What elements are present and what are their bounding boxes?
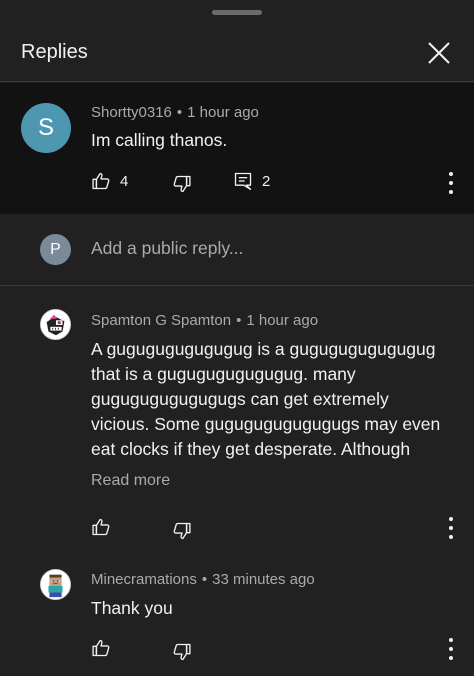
comment-icon bbox=[234, 172, 252, 190]
more-icon-dot bbox=[449, 535, 453, 539]
thumbs-down-icon bbox=[173, 643, 191, 661]
like-button[interactable] bbox=[91, 517, 111, 537]
like-button[interactable]: 4 bbox=[91, 171, 128, 191]
spamton-avatar-icon bbox=[41, 310, 70, 339]
dislike-button[interactable] bbox=[172, 174, 192, 194]
more-options-button[interactable] bbox=[445, 517, 457, 539]
reply-count: 2 bbox=[262, 172, 271, 190]
dislike-button[interactable] bbox=[172, 521, 192, 541]
thumbs-down-icon bbox=[173, 175, 191, 193]
comment-meta: Spamton G Spamton • 1 hour ago bbox=[91, 312, 318, 329]
add-reply-section: P Add a public reply... bbox=[0, 214, 474, 286]
dislike-button[interactable] bbox=[172, 642, 192, 662]
comment-time[interactable]: 1 hour ago bbox=[246, 312, 318, 329]
more-icon-dot bbox=[449, 638, 453, 642]
avatar-letter: P bbox=[50, 240, 61, 258]
comment-text-line: A gugugugugugugug is a gugugugugugugug bbox=[91, 339, 436, 359]
more-icon-dot bbox=[449, 517, 453, 521]
comment-meta: Shortty0316 • 1 hour ago bbox=[91, 104, 259, 121]
thumbs-up-icon bbox=[92, 518, 110, 536]
comment-text: Thank you bbox=[91, 598, 173, 618]
more-icon-dot bbox=[449, 190, 453, 194]
more-icon-dot bbox=[449, 181, 453, 185]
meta-separator: • bbox=[176, 104, 183, 121]
comment-meta: Minecramations • 33 minutes ago bbox=[91, 571, 315, 588]
comment-author[interactable]: Spamton G Spamton bbox=[91, 312, 231, 329]
read-more-link[interactable]: Read more bbox=[91, 472, 170, 490]
more-icon-dot bbox=[449, 647, 453, 651]
comment-author[interactable]: Minecramations bbox=[91, 571, 197, 588]
replies-button[interactable]: 2 bbox=[233, 171, 270, 191]
minecraft-avatar-icon bbox=[41, 570, 70, 599]
thumbs-down-icon bbox=[173, 522, 191, 540]
thumbs-up-icon bbox=[92, 172, 110, 190]
more-icon-dot bbox=[449, 526, 453, 530]
avatar-letter: S bbox=[37, 114, 54, 141]
comment-text: Im calling thanos. bbox=[91, 130, 228, 150]
meta-separator: • bbox=[201, 571, 208, 588]
meta-separator: • bbox=[236, 312, 242, 329]
more-options-button[interactable] bbox=[445, 638, 457, 660]
like-button[interactable] bbox=[91, 638, 111, 658]
comment-author[interactable]: Shortty0316 bbox=[91, 104, 172, 121]
more-options-button[interactable] bbox=[445, 172, 457, 194]
close-icon bbox=[428, 42, 450, 64]
comment-text: A gugugugugugugug is a gugugugugugugug t… bbox=[91, 337, 440, 462]
thumbs-up-icon bbox=[92, 639, 110, 657]
like-count: 4 bbox=[120, 172, 129, 190]
comment-time[interactable]: 33 minutes ago bbox=[212, 571, 315, 588]
reply-input[interactable]: Add a public reply... bbox=[91, 238, 451, 259]
avatar[interactable] bbox=[40, 309, 71, 340]
avatar[interactable] bbox=[40, 569, 71, 600]
comment-text-line: that is a gugugugugugugug. many bbox=[91, 364, 356, 384]
user-avatar: P bbox=[40, 234, 71, 265]
more-icon-dot bbox=[449, 172, 453, 176]
more-icon-dot bbox=[449, 656, 453, 660]
comment-text-line: eat clocks if they get desperate. Althou… bbox=[91, 439, 411, 459]
close-button[interactable] bbox=[424, 38, 454, 68]
comment-text-line: vicious. Some gugugugugugugugs may even bbox=[91, 414, 441, 434]
replies-header: Replies bbox=[0, 24, 474, 82]
avatar[interactable]: S bbox=[21, 103, 71, 153]
comment-text-line: gugugugugugugugs can get extremely bbox=[91, 389, 389, 409]
drag-handle[interactable] bbox=[212, 10, 262, 15]
main-comment: S Shortty0316 • 1 hour ago Im calling than… bbox=[0, 83, 474, 214]
comment-time[interactable]: 1 hour ago bbox=[187, 104, 259, 121]
panel-title: Replies bbox=[21, 41, 88, 63]
